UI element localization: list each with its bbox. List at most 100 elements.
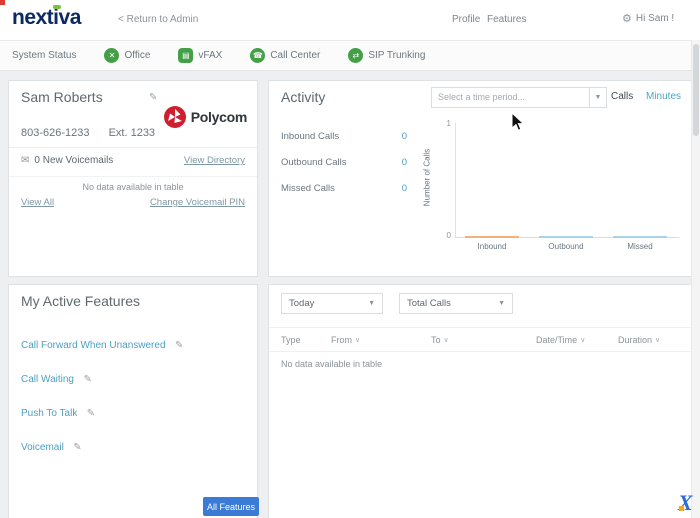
bar-inbound: [465, 236, 519, 238]
bar-outbound: [539, 236, 593, 238]
view-all-link[interactable]: View All: [21, 197, 54, 208]
calls-minutes-toggle: Calls Minutes: [611, 91, 681, 102]
edit-feature-icon[interactable]: ✎: [87, 408, 95, 419]
feature-push-to-talk[interactable]: Push To Talk ✎: [21, 403, 183, 421]
mouse-cursor: [511, 112, 525, 131]
feature-voicemail[interactable]: Voicemail ✎: [21, 437, 183, 455]
envelope-icon: ✉: [21, 155, 30, 166]
service-label: SIP Trunking: [368, 50, 426, 61]
return-to-admin-link[interactable]: < Return to Admin: [118, 14, 198, 25]
stat-label: Inbound Calls: [281, 131, 340, 142]
stat-value: 0: [401, 183, 407, 194]
edit-feature-icon[interactable]: ✎: [175, 340, 183, 351]
column-to[interactable]: To ∨: [431, 335, 536, 345]
call-type-filter-value: Total Calls: [407, 298, 451, 309]
system-status-bar: System Status ✕ Office ▤ vFAX ☎ Call Cen…: [0, 40, 691, 71]
x-logo-accent: [679, 506, 684, 511]
chart-category-inbound: Inbound: [477, 242, 507, 251]
profile-footer-links: View All Change Voicemail PIN: [21, 197, 245, 208]
time-period-placeholder: Select a time period...: [438, 92, 526, 102]
voicemail-row: ✉ 0 New Voicemails View Directory: [21, 155, 245, 166]
change-voicemail-pin-link[interactable]: Change Voicemail PIN: [150, 197, 245, 208]
divider: [9, 176, 257, 177]
stat-outbound: Outbound Calls 0: [281, 157, 407, 168]
time-period-select[interactable]: Select a time period... ▼: [431, 87, 607, 108]
feature-call-waiting[interactable]: Call Waiting ✎: [21, 369, 183, 387]
sip-trunking-status-icon: ⇄: [348, 48, 364, 63]
divider: [269, 327, 691, 328]
phone-number: 803-626-1233: [21, 127, 90, 139]
column-label: To: [431, 335, 441, 345]
feature-call-forward[interactable]: Call Forward When Unanswered ✎: [21, 335, 183, 353]
period-filter-value: Today: [289, 298, 315, 309]
column-type: Type: [281, 335, 331, 345]
toggle-minutes[interactable]: Minutes: [646, 91, 681, 102]
service-label: Call Center: [270, 50, 321, 61]
service-sip-trunking[interactable]: ⇄ SIP Trunking: [348, 48, 425, 63]
chevron-down-icon: ▼: [589, 88, 606, 107]
scrollbar-thumb[interactable]: [693, 44, 699, 136]
call-type-filter-select[interactable]: Total Calls ▼: [399, 293, 513, 314]
nav-features[interactable]: Features: [487, 14, 526, 25]
column-date-time[interactable]: Date/Time ∨: [536, 335, 618, 345]
nextiva-x-logo: X: [678, 490, 693, 515]
new-voicemails-count: 0 New Voicemails: [34, 155, 114, 166]
vertical-scrollbar[interactable]: [691, 40, 700, 518]
features-list: Call Forward When Unanswered ✎ Call Wait…: [21, 335, 183, 471]
user-profile-card: Sam Roberts ✎ Polycom 803-626-1233 Ext. …: [8, 80, 258, 277]
service-vfax[interactable]: ▤ vFAX: [178, 48, 222, 63]
call-log-card: Today ▼ Total Calls ▼ Type From ∨ To ∨ D…: [268, 284, 692, 518]
system-status-label: System Status: [12, 50, 77, 61]
logo-text: nextiva: [12, 6, 81, 29]
stat-label: Outbound Calls: [281, 157, 347, 168]
column-label: Type: [281, 335, 301, 345]
recording-dot: [0, 0, 5, 5]
call-stats-list: Inbound Calls 0 Outbound Calls 0 Missed …: [281, 131, 407, 209]
stat-label: Missed Calls: [281, 183, 335, 194]
column-duration[interactable]: Duration ∨: [618, 335, 679, 345]
vfax-status-icon: ▤: [178, 48, 194, 63]
call-table-header: Type From ∨ To ∨ Date/Time ∨ Duration ∨: [281, 335, 679, 345]
top-header: nextiva < Return to Admin Profile Featur…: [0, 0, 700, 40]
view-directory-link[interactable]: View Directory: [184, 155, 245, 166]
chart-y-axis: [455, 123, 456, 237]
feature-link: Call Forward When Unanswered: [21, 340, 166, 351]
edit-profile-icon[interactable]: ✎: [149, 92, 157, 103]
logo-leaf-icon: [53, 5, 61, 9]
sort-caret-icon: ∨: [655, 337, 661, 344]
column-from[interactable]: From ∨: [331, 335, 431, 345]
chevron-down-icon: ▼: [368, 300, 375, 307]
sort-caret-icon: ∨: [443, 337, 449, 344]
feature-link: Call Waiting: [21, 374, 74, 385]
edit-feature-icon[interactable]: ✎: [83, 374, 91, 385]
stat-value: 0: [401, 131, 407, 142]
active-features-card: My Active Features Call Forward When Una…: [8, 284, 259, 518]
activity-title: Activity: [281, 89, 326, 105]
dashboard-page: nextiva < Return to Admin Profile Featur…: [0, 0, 700, 518]
chart-category-outbound: Outbound: [548, 242, 584, 251]
divider: [269, 351, 691, 352]
sort-caret-icon: ∨: [580, 337, 586, 344]
column-label: Date/Time: [536, 335, 578, 345]
toggle-calls[interactable]: Calls: [611, 91, 633, 102]
feature-link: Voicemail: [21, 442, 64, 453]
all-features-button[interactable]: All Features: [203, 497, 259, 516]
user-menu[interactable]: ⚙ Hi Sam !: [622, 12, 674, 25]
column-label: Duration: [618, 335, 653, 345]
stat-inbound: Inbound Calls 0: [281, 131, 407, 142]
service-office[interactable]: ✕ Office: [104, 48, 150, 63]
activity-card: Activity Select a time period... ▼ Calls…: [268, 80, 692, 277]
chart-category-missed: Missed: [627, 242, 653, 251]
edit-feature-icon[interactable]: ✎: [73, 442, 81, 453]
chevron-down-icon: ▼: [498, 300, 505, 307]
greeting-text: Hi Sam !: [635, 13, 675, 24]
sort-caret-icon: ∨: [355, 337, 361, 344]
service-call-center[interactable]: ☎ Call Center: [250, 48, 320, 63]
call-center-status-icon: ☎: [250, 48, 266, 63]
nav-profile[interactable]: Profile: [452, 14, 480, 25]
device-brand: Polycom: [163, 105, 247, 129]
period-filter-select[interactable]: Today ▼: [281, 293, 383, 314]
nextiva-logo[interactable]: nextiva: [12, 5, 81, 30]
office-status-icon: ✕: [104, 48, 120, 63]
chart-ylabel: Number of Calls: [422, 148, 432, 207]
